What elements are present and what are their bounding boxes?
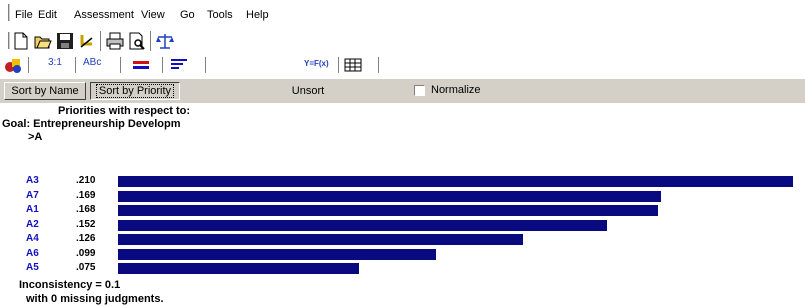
toolbar-separator: [338, 57, 340, 73]
toolbar-separator: [75, 57, 77, 73]
bar-label-a1: A1: [26, 204, 39, 215]
priorities-heading: Priorities with respect to:: [58, 105, 191, 117]
menu-help[interactable]: Help: [246, 9, 269, 21]
bar-a4: [118, 234, 523, 245]
unsort-label: Unsort: [291, 85, 325, 97]
text-mode-button[interactable]: ABc: [83, 57, 101, 73]
print-icon[interactable]: [106, 32, 124, 50]
bar-a2: [118, 219, 607, 231]
menu-go[interactable]: Go: [180, 9, 195, 21]
toolbar-separator: [150, 31, 152, 51]
menu-edit[interactable]: Edit: [38, 9, 57, 21]
menu-grip: [4, 4, 9, 21]
toolbar-separator: [100, 31, 102, 51]
bar-value-a7: .169: [76, 189, 96, 201]
sort-by-priority-label: Sort by Priority: [95, 84, 175, 98]
ratio-mode-button[interactable]: 3:1: [48, 57, 62, 73]
inconsistency-text: Inconsistency = 0.1: [19, 279, 121, 291]
table-grid-icon[interactable]: [344, 56, 362, 74]
bar-label-a4: A4: [26, 233, 39, 244]
missing-judgments-text: with 0 missing judgments.: [26, 293, 164, 305]
scale-balance-icon[interactable]: [156, 32, 174, 50]
menu-view[interactable]: View: [141, 9, 165, 21]
normalize-label: Normalize: [431, 84, 481, 96]
bar-a6: [118, 248, 436, 260]
menu-tools[interactable]: Tools: [207, 9, 233, 21]
align-bars-icon[interactable]: [170, 56, 188, 74]
bar-value-a1: .168: [76, 204, 96, 215]
toolbar-separator: [28, 57, 30, 73]
formula-mode-button[interactable]: Y=F(x): [304, 59, 329, 75]
toolbar-separator: [378, 57, 380, 73]
bar-value-a4: .126: [76, 233, 96, 244]
bar-value-a5: .075: [76, 262, 96, 273]
standard-toolbar: [0, 27, 805, 54]
normalize-checkbox[interactable]: [414, 85, 425, 96]
bar-a5: [118, 263, 359, 274]
bar-label-a2: A2: [26, 218, 39, 230]
bar-label-a5: A5: [26, 262, 39, 273]
bar-label-a6: A6: [26, 247, 39, 259]
menu-bar: File Edit Assessment View Go Tools Help: [0, 0, 805, 27]
node-path: >A: [28, 131, 43, 143]
goal-title: Goal: Entrepreneurship Developm: [2, 118, 181, 130]
toolbar-separator: [162, 57, 164, 73]
priorities-panel: Priorities with respect to: Goal: Entrep…: [0, 103, 805, 307]
undo-icon[interactable]: [78, 32, 96, 50]
bar-a1: [118, 205, 658, 216]
toolbar-separator: [205, 57, 207, 73]
sort-by-name-label: Sort by Name: [11, 85, 79, 97]
toolbar-separator: [120, 57, 122, 73]
unsort-button[interactable]: Unsort: [272, 82, 344, 100]
bar-comparison-icon[interactable]: [132, 56, 150, 74]
sort-by-priority-button[interactable]: Sort by Priority: [90, 82, 180, 100]
colorful-shapes-icon[interactable]: [4, 56, 22, 74]
bar-label-a3: A3: [26, 175, 39, 186]
bar-a7: [118, 190, 661, 202]
menu-file[interactable]: File: [15, 9, 33, 21]
view-toolbar: 3:1 ABc Y=F(x): [0, 54, 805, 76]
sort-by-name-button[interactable]: Sort by Name: [4, 82, 86, 100]
new-file-icon[interactable]: [12, 32, 30, 50]
print-preview-icon[interactable]: [128, 32, 146, 50]
toolbar-grip: [4, 32, 9, 49]
bar-value-a3: .210: [76, 175, 96, 186]
save-icon[interactable]: [56, 32, 74, 50]
menu-assessment[interactable]: Assessment: [74, 9, 134, 21]
open-folder-icon[interactable]: [34, 32, 52, 50]
bar-value-a2: .152: [76, 218, 96, 230]
bar-value-a6: .099: [76, 247, 96, 259]
bar-a3: [118, 176, 793, 187]
sort-toolbar: Sort by Name Sort by Priority Unsort Nor…: [0, 78, 805, 104]
bar-label-a7: A7: [26, 189, 39, 201]
